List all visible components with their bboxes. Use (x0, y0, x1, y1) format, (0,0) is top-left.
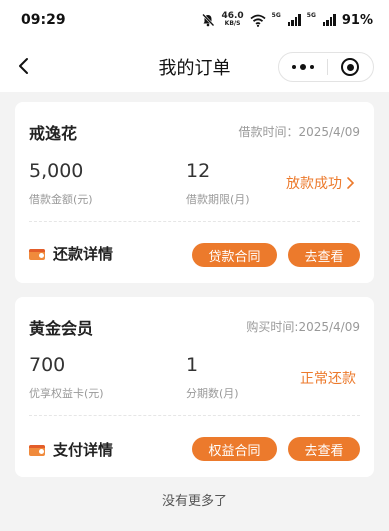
status-bar: 09:29 46.0 KB/S 5G 5G 91% (0, 0, 389, 40)
net-speed: 46.0 KB/S (221, 12, 243, 28)
chevron-right-icon (347, 177, 355, 189)
order-card: 黄金会员 购买时间:2025/4/09 700 优享权益卡(元) 1 分期数(月… (15, 297, 374, 477)
loan-term: 12 (186, 160, 211, 182)
signal-1-icon (287, 14, 301, 26)
detail-title: 支付详情 (53, 441, 114, 459)
signal-2-icon (322, 14, 336, 26)
nav-bar: 我的订单 (0, 40, 389, 92)
close-target-icon[interactable] (327, 53, 373, 81)
divider (29, 415, 360, 416)
mini-program-capsule (278, 52, 374, 82)
no-more-text: 没有更多了 (161, 494, 227, 509)
order-card: 戒逸花 借款时间：2025/4/09 5,000 借款金额(元) 12 借款期限… (15, 102, 374, 283)
detail-section: 还款详情 (29, 243, 113, 264)
signal-1-label: 5G (271, 11, 281, 19)
installment-count: 1 (186, 354, 199, 376)
view-button[interactable]: 去查看 (288, 437, 360, 461)
view-button[interactable]: 去查看 (288, 243, 360, 267)
net-speed-value: 46.0 (221, 11, 244, 21)
order-status: 放款成功 (286, 176, 342, 192)
wallet-icon (29, 444, 45, 456)
status-icons: 46.0 KB/S 5G 5G 91% (201, 12, 373, 28)
order-status-link[interactable]: 正常还款 (300, 368, 356, 388)
order-date: 购买时间:2025/4/09 (246, 320, 360, 334)
more-dots-icon[interactable] (279, 53, 327, 81)
installment-count-label: 分期数(月) (186, 387, 239, 400)
product-name: 戒逸花 (29, 124, 78, 143)
mute-bell-icon (202, 13, 215, 27)
loan-term-label: 借款期限(月) (186, 193, 250, 206)
detail-section: 支付详情 (29, 439, 113, 460)
wallet-icon (29, 248, 45, 260)
status-time: 09:29 (21, 12, 66, 28)
loan-amount: 5,000 (29, 160, 84, 182)
product-name: 黄金会员 (29, 319, 94, 338)
detail-title: 还款详情 (53, 245, 114, 263)
contract-button[interactable]: 贷款合同 (192, 243, 277, 267)
order-status-link[interactable]: 放款成功 (286, 173, 356, 193)
signal-2-label: 5G (306, 11, 316, 19)
order-date: 借款时间：2025/4/09 (238, 125, 360, 139)
purchase-amount-label: 优享权益卡(元) (29, 387, 104, 400)
purchase-amount: 700 (29, 354, 66, 376)
loan-amount-label: 借款金额(元) (29, 193, 93, 206)
net-speed-unit: KB/S (224, 20, 241, 27)
battery-level: 91% (341, 12, 373, 28)
wifi-icon (250, 14, 266, 27)
order-status: 正常还款 (300, 371, 356, 387)
divider (29, 221, 360, 222)
contract-button[interactable]: 权益合同 (192, 437, 277, 461)
